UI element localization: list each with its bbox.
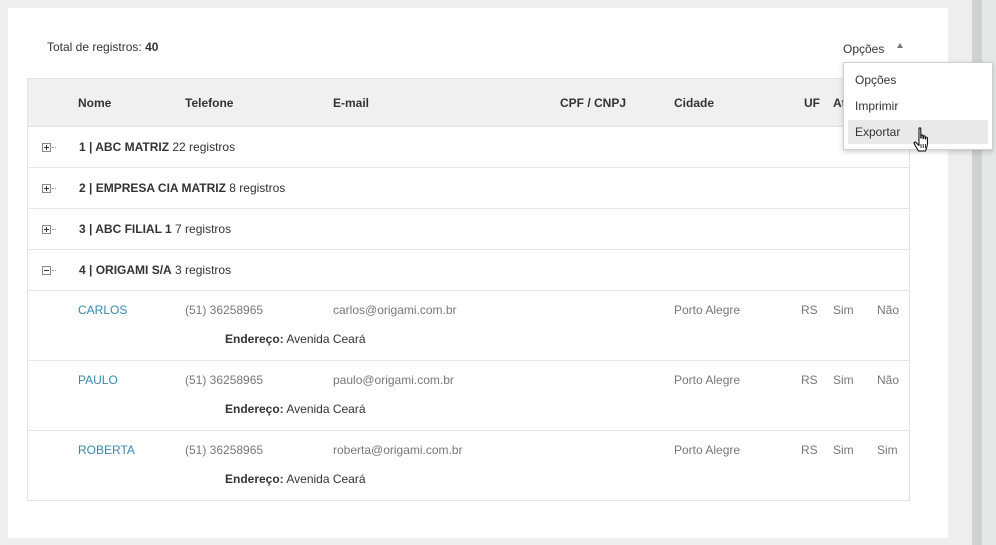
table-row[interactable]: ROBERTA (51) 36258965 roberta@origami.co… xyxy=(28,431,909,501)
column-header-uf[interactable]: UF xyxy=(804,96,820,110)
plus-square-icon[interactable] xyxy=(42,184,51,193)
flag-cell: Sim xyxy=(877,443,898,457)
tree-connector xyxy=(52,147,56,148)
total-records-label: Total de registros: xyxy=(47,40,142,54)
active-cell: Sim xyxy=(833,303,854,317)
column-header-email[interactable]: E-mail xyxy=(333,96,369,110)
flag-cell: Não xyxy=(877,303,900,317)
group-count: 22 registros xyxy=(172,140,236,154)
total-records-value: 40 xyxy=(145,40,159,54)
group-count: 3 registros xyxy=(175,263,232,277)
results-panel: Total de registros: 40 Opções Nome Telef… xyxy=(8,8,948,538)
group-count: 8 registros xyxy=(229,181,286,195)
address-label: Endereço: xyxy=(225,332,284,346)
tree-connector xyxy=(52,229,56,230)
group-label: 3 | ABC FILIAL 1 7 registros xyxy=(79,222,231,236)
address-detail: Endereço: Avenida Ceará xyxy=(225,402,366,416)
group-row[interactable]: 1 | ABC MATRIZ 22 registros xyxy=(28,127,909,168)
active-cell: Sim xyxy=(833,443,854,457)
uf-cell: RS xyxy=(801,373,818,387)
minus-square-icon[interactable] xyxy=(42,266,51,275)
email-cell: roberta@origami.com.br xyxy=(333,443,463,457)
tree-connector xyxy=(52,188,56,189)
contact-name-link[interactable]: ROBERTA xyxy=(78,443,135,457)
caret-up-icon[interactable] xyxy=(897,43,903,48)
plus-square-icon[interactable] xyxy=(42,225,51,234)
table-row[interactable]: PAULO (51) 36258965 paulo@origami.com.br… xyxy=(28,361,909,431)
group-row[interactable]: 3 | ABC FILIAL 1 7 registros xyxy=(28,209,909,250)
email-cell: paulo@origami.com.br xyxy=(333,373,454,387)
city-cell: Porto Alegre xyxy=(674,373,741,387)
phone-cell: (51) 36258965 xyxy=(185,303,264,317)
column-header-nome[interactable]: Nome xyxy=(78,96,111,110)
group-title: 4 | ORIGAMI S/A xyxy=(79,263,172,277)
address-detail: Endereço: Avenida Ceará xyxy=(225,332,366,346)
email-cell: carlos@origami.com.br xyxy=(333,303,457,317)
address-label: Endereço: xyxy=(225,472,284,486)
options-dropdown-toggle[interactable]: Opções xyxy=(843,42,884,56)
phone-cell: (51) 36258965 xyxy=(185,443,264,457)
address-label: Endereço: xyxy=(225,402,284,416)
group-count: 7 registros xyxy=(175,222,232,236)
group-label: 1 | ABC MATRIZ 22 registros xyxy=(79,140,235,154)
address-value: Avenida Ceará xyxy=(286,472,366,486)
group-row[interactable]: 4 | ORIGAMI S/A 3 registros xyxy=(28,250,909,291)
column-header-cidade[interactable]: Cidade xyxy=(674,96,714,110)
contact-name-link[interactable]: CARLOS xyxy=(78,303,127,317)
group-label: 2 | EMPRESA CIA MATRIZ 8 registros xyxy=(79,181,285,195)
group-row[interactable]: 2 | EMPRESA CIA MATRIZ 8 registros xyxy=(28,168,909,209)
total-records: Total de registros: 40 xyxy=(47,40,158,54)
table-header: Nome Telefone E-mail CPF / CNPJ Cidade U… xyxy=(28,79,909,127)
city-cell: Porto Alegre xyxy=(674,303,741,317)
hand-pointer-icon xyxy=(913,127,928,152)
group-title: 3 | ABC FILIAL 1 xyxy=(79,222,172,236)
uf-cell: RS xyxy=(801,303,818,317)
city-cell: Porto Alegre xyxy=(674,443,741,457)
contact-name-link[interactable]: PAULO xyxy=(78,373,118,387)
phone-cell: (51) 36258965 xyxy=(185,373,264,387)
tree-connector xyxy=(52,270,56,271)
group-title: 1 | ABC MATRIZ xyxy=(79,140,170,154)
menu-item-imprimir[interactable]: Imprimir xyxy=(848,94,988,118)
uf-cell: RS xyxy=(801,443,818,457)
column-header-telefone[interactable]: Telefone xyxy=(185,96,233,110)
menu-item-opcoes[interactable]: Opções xyxy=(848,68,988,92)
records-table: Nome Telefone E-mail CPF / CNPJ Cidade U… xyxy=(27,78,910,501)
group-label: 4 | ORIGAMI S/A 3 registros xyxy=(79,263,231,277)
flag-cell: Não xyxy=(877,373,900,387)
active-cell: Sim xyxy=(833,373,854,387)
address-detail: Endereço: Avenida Ceará xyxy=(225,472,366,486)
address-value: Avenida Ceará xyxy=(286,332,366,346)
plus-square-icon[interactable] xyxy=(42,143,51,152)
group-title: 2 | EMPRESA CIA MATRIZ xyxy=(79,181,226,195)
address-value: Avenida Ceará xyxy=(286,402,366,416)
column-header-cpf-cnpj[interactable]: CPF / CNPJ xyxy=(560,96,626,110)
table-row[interactable]: CARLOS (51) 36258965 carlos@origami.com.… xyxy=(28,291,909,361)
